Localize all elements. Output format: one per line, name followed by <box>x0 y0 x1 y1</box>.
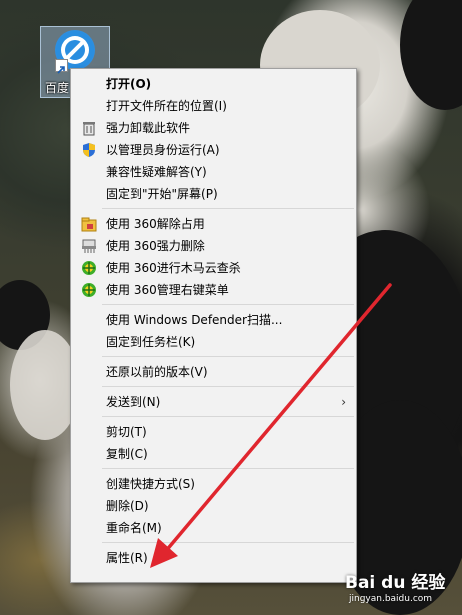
baidu-jingyan-watermark: Bai du 经验 jingyan.baidu.com <box>345 568 455 610</box>
watermark-url-text: jingyan.baidu.com <box>349 594 433 604</box>
watermark-main-text: Bai du 经验 <box>345 573 446 593</box>
annotation-arrow <box>150 283 392 568</box>
